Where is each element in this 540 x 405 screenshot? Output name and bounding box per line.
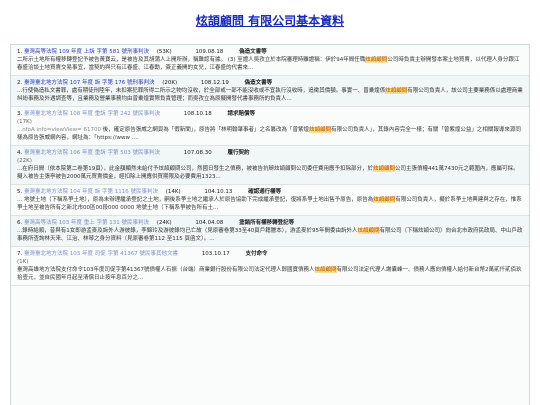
- case-link[interactable]: 臺灣臺北地方法院 107 年度 訴 字第 176 號刑事判決: [24, 80, 155, 86]
- case-meta: 4. 臺灣臺北地方法院 106 年度 重訴 字第 503 號民事判決 107.0…: [17, 150, 250, 156]
- case-link[interactable]: 臺灣臺北地方法院 103 年度 司促 字第 41367 號民事其他文書: [24, 251, 178, 257]
- list-item: 7. 臺灣臺北地方法院 103 年度 司促 字第 41367 號民事其他文書 1…: [11, 247, 529, 286]
- case-meta: 3. 臺灣臺北地方法院 108 年度 重訴 字第 242 號民事判決 108.1…: [17, 111, 256, 117]
- case-meta: 6. 臺灣高等法院 103 年度 重上 字第 131 號民事判決 (24K) 1…: [17, 220, 295, 226]
- results-list: 1. 臺灣高等法院 109 年度 上訴 字第 581 號刑事判決 (53K) 1…: [10, 44, 530, 405]
- case-link[interactable]: 臺灣高等法院 109 年度 上訴 字第 581 號刑事判決: [24, 49, 149, 55]
- list-item: 3. 臺灣臺北地方法院 108 年度 重訴 字第 242 號民事判決 108.1…: [11, 107, 529, 146]
- case-meta: 1. 臺灣高等法院 109 年度 上訴 字第 581 號刑事判決 (53K) 1…: [17, 49, 267, 55]
- case-snippet: ...行使偽造私文書罪，處有期徒刑陸年，未扣案犯罪所得二所示之物均沒收，於全部或…: [17, 88, 523, 102]
- case-snippet: ...在府日間（依本院第二卷第19頁），此金額顯然未給付予炫頡顧問公司，然國日發…: [17, 166, 519, 180]
- case-meta: 7. 臺灣臺北地方法院 103 年度 司促 字第 41367 號民事其他文書 1…: [17, 251, 268, 257]
- list-item: 1. 臺灣高等法院 109 年度 上訴 字第 581 號刑事判決 (53K) 1…: [11, 45, 529, 76]
- case-snippet: ...nfoA info=viewView= 61700 後，確定原告張威之網頁…: [17, 127, 521, 141]
- case-link[interactable]: 臺灣臺北地方法院 104 年度 訴 字第 1116 號民事判決: [24, 189, 158, 195]
- case-snippet: ... 地號土地（下稱系爭土地），原為未辦理繼承登記之土地，嗣後系爭土地之繼承人…: [17, 197, 522, 211]
- case-link[interactable]: 臺灣臺北地方法院 108 年度 重訴 字第 242 號民事判決: [24, 111, 160, 117]
- case-snippet: 二所示土地所有權移轉登記予被告黃寶云，是被告及其胡蒲人上開所辦，稱難認有據。 (…: [17, 57, 520, 71]
- list-item: 6. 臺灣高等法院 103 年度 重上 字第 131 號民事判決 (24K) 1…: [11, 216, 529, 247]
- header: 炫頡顧問 有限公司基本資料: [0, 0, 540, 48]
- case-meta: 5. 臺灣臺北地方法院 104 年度 訴 字第 1116 號民事判決 (14K)…: [17, 189, 282, 195]
- case-meta: 2. 臺灣臺北地方法院 107 年度 訴 字第 176 號刑事判決 (20K) …: [17, 80, 273, 86]
- case-snippet: 臺灣高雄地方法院支付命令103年度司促字第41367號債權人石振（台端）商業銀行…: [17, 267, 522, 281]
- page-title[interactable]: 炫頡顧問 有限公司基本資料: [0, 12, 540, 29]
- list-item: 4. 臺灣臺北地方法院 106 年度 重訴 字第 503 號民事判決 107.0…: [11, 146, 529, 185]
- page: 炫頡顧問 有限公司基本資料 1. 臺灣高等法院 109 年度 上訴 字第 581…: [0, 0, 540, 405]
- case-link[interactable]: 臺灣臺北地方法院 106 年度 重訴 字第 503 號民事判決: [24, 150, 160, 156]
- case-link[interactable]: 臺灣高等法院 103 年度 重上 字第 131 號民事判決: [24, 220, 149, 226]
- list-item: 5. 臺灣臺北地方法院 104 年度 訴 字第 1116 號民事判決 (14K)…: [11, 185, 529, 216]
- case-snippet: ...錄時給順，昔與有1女即游孟麥及訴外人游彼錄，李錦玲及游彼錄均已亡故（見原審…: [17, 228, 523, 242]
- list-item: 2. 臺灣臺北地方法院 107 年度 訴 字第 176 號刑事判決 (20K) …: [11, 76, 529, 107]
